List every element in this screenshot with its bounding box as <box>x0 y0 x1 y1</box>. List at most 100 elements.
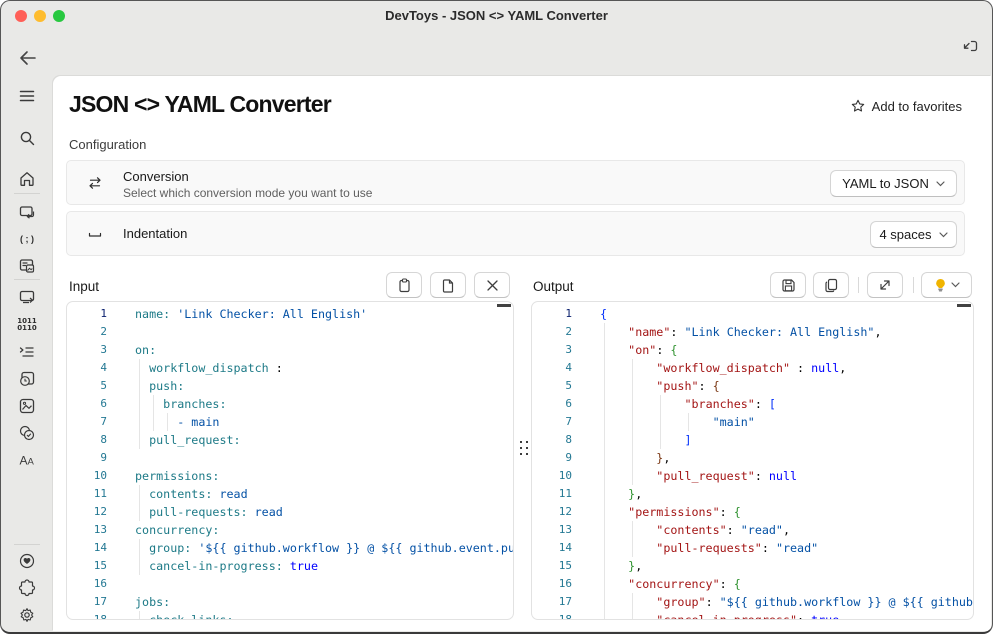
code-line: "permissions": { <box>600 503 741 521</box>
add-to-favorites-button[interactable]: Add to favorites <box>851 94 962 118</box>
line-number-gutter: 123456789101112131415161718 <box>532 302 572 619</box>
conversion-mode-value: YAML to JSON <box>842 176 929 191</box>
line-number: 17 <box>67 593 107 611</box>
code-line: "branches": [ <box>600 395 776 413</box>
line-number: 10 <box>532 467 572 485</box>
titlebar: DevToys - JSON <> YAML Converter <box>1 1 992 31</box>
testers-icon[interactable] <box>1 419 53 447</box>
settings-icon[interactable] <box>1 601 53 629</box>
code-line: "pull-requests": "read" <box>600 539 818 557</box>
input-code[interactable]: name: 'Link Checker: All English'on: wor… <box>135 302 513 619</box>
line-number: 6 <box>67 395 107 413</box>
code-line: }, <box>600 557 642 575</box>
code-line: "on": { <box>600 341 677 359</box>
open-file-button[interactable] <box>430 272 466 298</box>
code-line: permissions: <box>135 467 219 485</box>
line-number: 14 <box>67 539 107 557</box>
save-button[interactable] <box>770 272 806 298</box>
code-line: group: '${{ github.workflow }} @ ${{ git… <box>135 539 513 557</box>
add-to-favorites-label: Add to favorites <box>872 99 962 114</box>
clear-input-button[interactable] <box>474 272 510 298</box>
conversion-setting-card: Conversion Select which conversion mode … <box>66 160 965 205</box>
code-line: "contents": "read", <box>600 521 790 539</box>
indentation-dropdown[interactable]: 4 spaces <box>870 221 957 248</box>
panel-resize-handle[interactable] <box>518 439 530 457</box>
line-number: 15 <box>532 557 572 575</box>
line-number: 5 <box>67 377 107 395</box>
graphic-icon[interactable] <box>1 392 53 420</box>
compact-overlay-icon[interactable] <box>960 38 980 55</box>
line-number: 7 <box>532 413 572 431</box>
binary-icon[interactable]: 10110110 <box>1 311 53 339</box>
home-icon[interactable] <box>1 165 53 193</box>
line-number: 10 <box>67 467 107 485</box>
scroll-indicator <box>497 304 511 307</box>
toolbar-separator <box>913 277 914 293</box>
sidebar-separator <box>14 279 40 280</box>
code-line: }, <box>600 449 670 467</box>
conversion-mode-dropdown[interactable]: YAML to JSON <box>830 170 957 197</box>
line-number: 13 <box>532 521 572 539</box>
code-line: - main <box>135 413 219 431</box>
code-line: pull-requests: read <box>135 503 283 521</box>
output-code[interactable]: { "name": "Link Checker: All English", "… <box>600 302 973 619</box>
copy-button[interactable] <box>813 272 849 298</box>
chevron-down-icon <box>951 282 960 288</box>
code-line: on: <box>135 341 156 359</box>
sidebar-separator <box>14 193 40 194</box>
code-line: "pull_request": null <box>600 467 797 485</box>
indentation-setting-card: Indentation 4 spaces <box>66 211 965 256</box>
list-icon[interactable] <box>1 338 53 366</box>
text-tools-icon[interactable]: AA <box>1 446 53 474</box>
line-number: 15 <box>67 557 107 575</box>
configuration-label: Configuration <box>69 137 146 152</box>
code-line: { <box>600 305 607 323</box>
line-number: 12 <box>532 503 572 521</box>
line-number: 11 <box>532 485 572 503</box>
code-line: workflow_dispatch : <box>135 359 283 377</box>
sponsor-icon[interactable] <box>1 547 53 575</box>
smart-detection-dropdown[interactable] <box>921 272 972 298</box>
line-number: 13 <box>67 521 107 539</box>
line-number: 8 <box>532 431 572 449</box>
code-line: branches: <box>135 395 227 413</box>
input-label: Input <box>69 279 99 294</box>
code-line: "concurrency": { <box>600 575 741 593</box>
output-editor[interactable]: 123456789101112131415161718 { "name": "L… <box>531 301 974 620</box>
line-number: 12 <box>67 503 107 521</box>
code-line: "name": "Link Checker: All English", <box>600 323 882 341</box>
expand-button[interactable] <box>867 272 903 298</box>
line-number-gutter: 123456789101112131415161718 <box>67 302 107 619</box>
star-icon <box>851 99 865 113</box>
encoders-decoders-icon[interactable]: ( ; ) <box>1 225 53 253</box>
code-line: check-links: <box>135 611 234 619</box>
extensions-icon[interactable] <box>1 574 53 602</box>
paste-button[interactable] <box>386 272 422 298</box>
line-number: 18 <box>67 611 107 620</box>
back-button[interactable] <box>17 47 39 69</box>
converters-icon[interactable] <box>1 198 53 226</box>
code-line: contents: read <box>135 485 248 503</box>
code-line: "workflow_dispatch" : null, <box>600 359 846 377</box>
menu-icon[interactable] <box>1 82 53 110</box>
conversion-description: Select which conversion mode you want to… <box>123 186 372 200</box>
line-number: 2 <box>67 323 107 341</box>
chevron-down-icon <box>936 181 945 187</box>
generators-icon[interactable] <box>1 283 53 311</box>
line-number: 1 <box>67 305 107 323</box>
line-number: 14 <box>532 539 572 557</box>
output-label: Output <box>533 279 574 294</box>
line-number: 9 <box>67 449 107 467</box>
formatters-icon[interactable] <box>1 252 53 280</box>
search-icon[interactable] <box>1 124 53 152</box>
code-line: pull_request: <box>135 431 241 449</box>
line-number: 18 <box>532 611 572 620</box>
clock-icon[interactable] <box>1 365 53 393</box>
line-number: 3 <box>532 341 572 359</box>
chevron-down-icon <box>939 232 948 238</box>
line-number: 5 <box>532 377 572 395</box>
svg-text:A: A <box>20 454 28 468</box>
code-line: }, <box>600 485 642 503</box>
input-editor[interactable]: 123456789101112131415161718 name: 'Link … <box>66 301 514 620</box>
toolbar-separator <box>858 277 859 293</box>
